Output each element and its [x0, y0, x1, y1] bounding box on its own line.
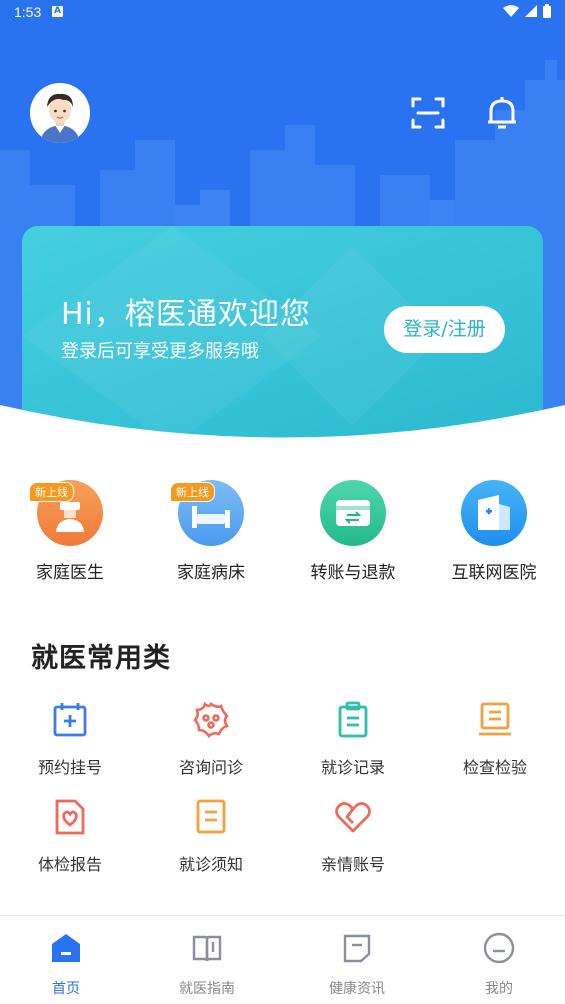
quick-transfer-refund[interactable]: 转账与退款	[288, 480, 418, 583]
bell-icon	[488, 97, 516, 129]
calendar-plus-icon	[53, 703, 87, 737]
tab-label: 健康资讯	[329, 981, 385, 997]
grid-label: 体检报告	[37, 855, 102, 874]
grid-consult[interactable]: 咨询问诊	[151, 700, 271, 778]
tab-home[interactable]: 首页	[6, 932, 126, 998]
new-badge: 新上线	[29, 482, 74, 502]
book-icon	[192, 935, 222, 962]
report-heart-icon	[55, 799, 85, 835]
wave-divider	[0, 405, 565, 455]
quick-label: 家庭医生	[36, 563, 104, 583]
tab-profile[interactable]: 我的	[439, 932, 559, 998]
news-icon	[343, 934, 371, 963]
grid-inspection[interactable]: 检查检验	[435, 700, 555, 778]
tab-label: 我的	[485, 981, 513, 997]
grid-family-account[interactable]: 亲情账号	[293, 797, 413, 875]
grid-label: 就诊记录	[320, 758, 385, 777]
tab-label: 首页	[52, 981, 80, 997]
quick-label: 互联网医院	[451, 563, 537, 583]
notification-icon: A	[52, 6, 63, 17]
quick-internet-hospital[interactable]: 互联网医院	[429, 480, 559, 583]
status-time: 1:53	[14, 4, 42, 20]
grid-label: 检查检验	[462, 758, 527, 777]
signal-icon	[525, 5, 537, 17]
status-indicators	[503, 4, 551, 18]
tab-guide[interactable]: 就医指南	[147, 932, 267, 998]
bottom-tab-bar: 首页 就医指南 健康资讯 我的	[0, 915, 565, 1004]
new-badge: 新上线	[170, 482, 215, 502]
grid-label: 就诊须知	[178, 855, 243, 874]
home-icon	[52, 934, 80, 962]
user-avatar[interactable]	[30, 83, 90, 143]
heart-icon	[335, 802, 371, 833]
tab-label: 就医指南	[179, 981, 235, 997]
quick-family-doctor[interactable]: 新上线 家庭医生	[5, 480, 135, 583]
quick-label: 转账与退款	[310, 563, 396, 583]
grid-label: 亲情账号	[320, 855, 385, 874]
grid-notice[interactable]: 就诊须知	[151, 797, 271, 875]
tab-news[interactable]: 健康资讯	[297, 932, 417, 998]
internet-hospital-icon	[461, 480, 527, 546]
quick-family-bed[interactable]: 新上线 家庭病床	[146, 480, 276, 583]
grid-label: 咨询问诊	[178, 758, 243, 777]
scan-icon	[411, 97, 445, 129]
grid-health-report[interactable]: 体检报告	[10, 797, 130, 875]
battery-icon	[543, 4, 551, 18]
notice-icon	[196, 799, 226, 834]
grid-records[interactable]: 就诊记录	[293, 700, 413, 778]
quick-actions: 新上线 家庭医生 新上线 家庭病床 转账与退款 互联网医院	[0, 480, 565, 590]
hospital-glyph	[478, 495, 510, 530]
grid-appointment[interactable]: 预约挂号	[10, 700, 130, 778]
welcome-subtitle: 登录后可享受更多服务哦	[61, 341, 259, 362]
welcome-title: Hi，榕医通欢迎您	[61, 297, 311, 332]
profile-icon	[483, 932, 515, 964]
scan-button[interactable]	[410, 95, 446, 131]
notification-button[interactable]	[485, 94, 519, 132]
grid-label: 预约挂号	[37, 758, 102, 777]
consult-icon	[193, 701, 230, 739]
clipboard-icon	[338, 701, 368, 738]
login-register-button[interactable]: 登录/注册	[384, 306, 505, 353]
wallet-glyph	[336, 500, 370, 526]
transfer-refund-icon	[320, 480, 386, 546]
wifi-icon	[503, 5, 519, 17]
status-bar: 1:53 A	[0, 0, 565, 24]
avatar-icon	[30, 83, 90, 143]
section-title: 就医常用类	[31, 643, 171, 674]
inspection-icon	[479, 702, 511, 736]
quick-label: 家庭病床	[177, 563, 245, 583]
